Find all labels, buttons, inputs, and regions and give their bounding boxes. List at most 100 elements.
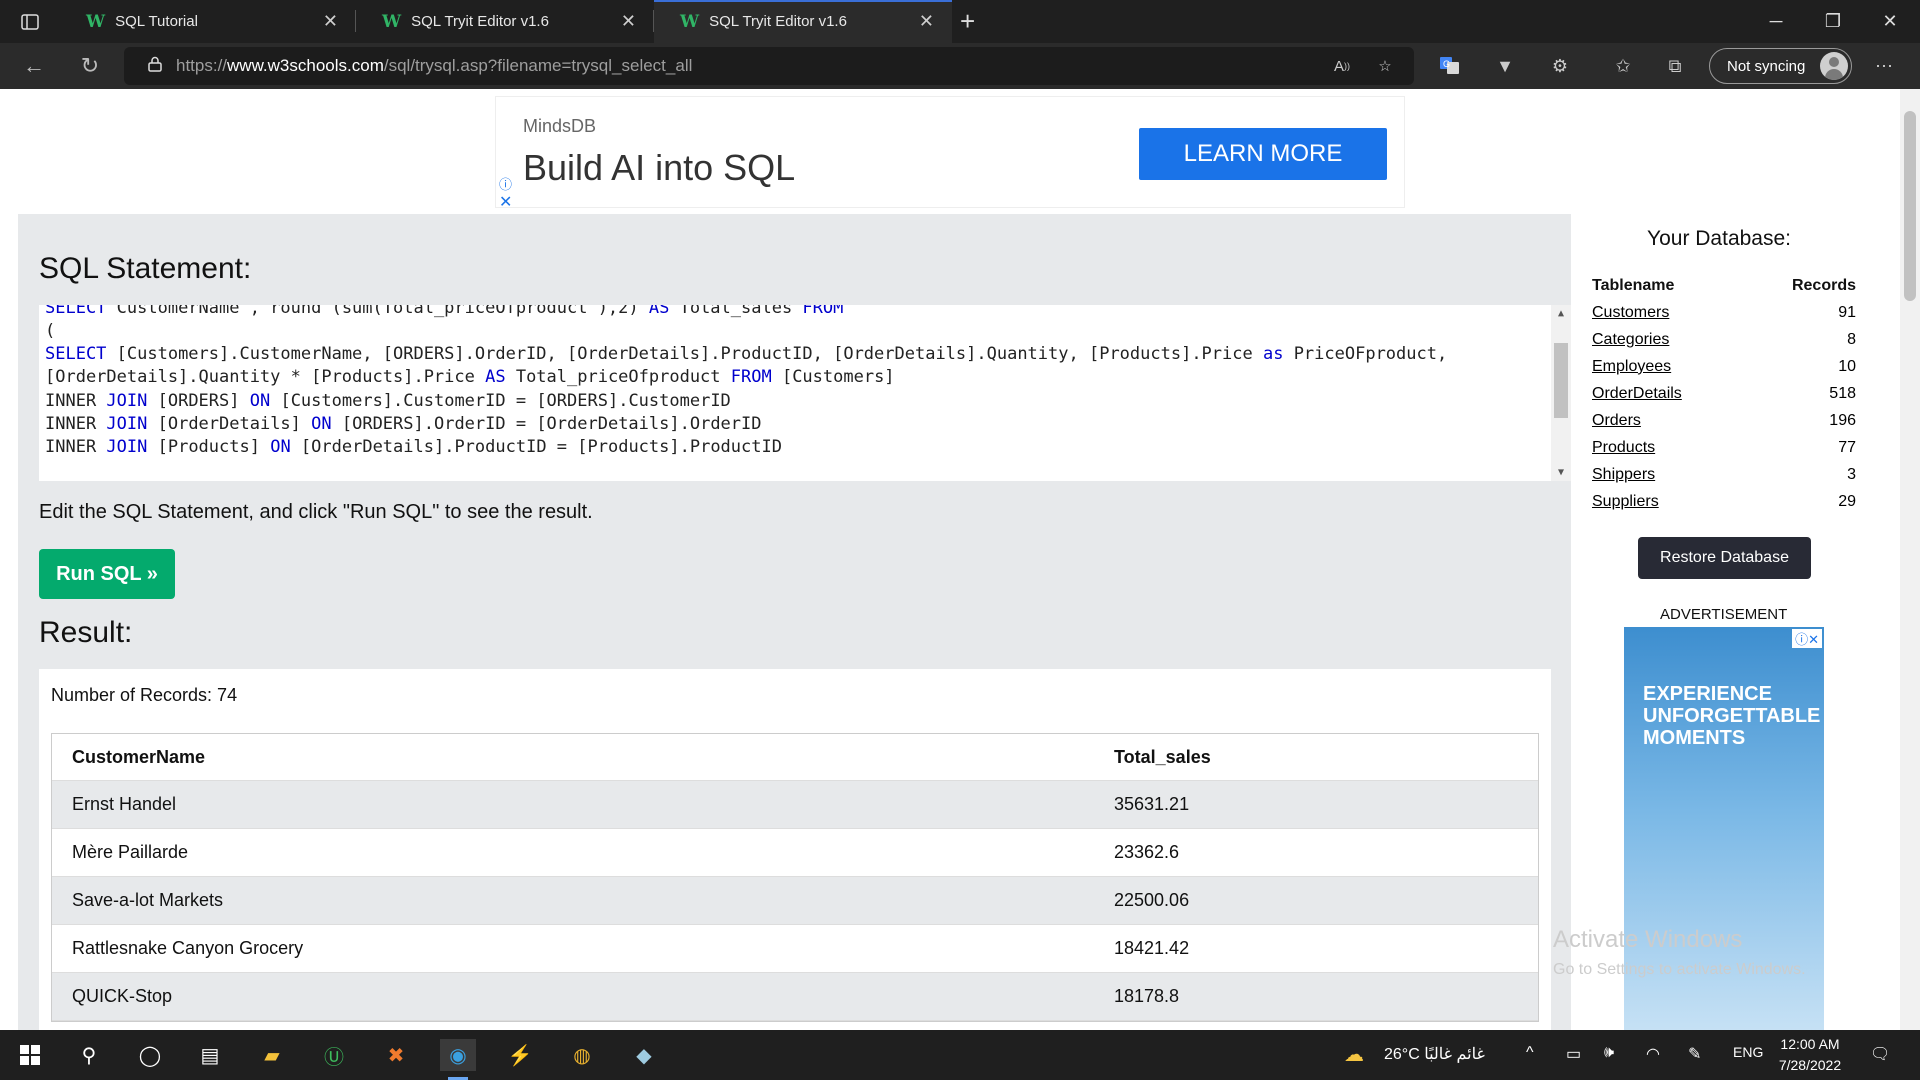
sql-keyword: JOIN [106, 437, 148, 457]
result-table: CustomerName Total_sales Ernst Handel 35… [51, 733, 1539, 1022]
table-link[interactable]: Categories [1592, 331, 1669, 349]
page-scrollbar[interactable] [1900, 89, 1920, 1030]
table-link[interactable]: Orders [1592, 412, 1641, 430]
ad-choices-icon[interactable]: ⓘ✕ [1792, 629, 1822, 648]
tab-title: SQL Tryit Editor v1.6 [709, 13, 847, 30]
edge-icon[interactable]: ◉ [440, 1039, 476, 1080]
sql-text: PriceOFproduct, [1283, 344, 1448, 364]
upwork-icon[interactable]: Ⓤ [316, 1039, 352, 1071]
table-link[interactable]: OrderDetails [1592, 385, 1682, 403]
volume-icon[interactable]: 🕪 [1604, 1044, 1614, 1062]
sql-editor[interactable]: SELECT CustomerName , round (sum(Total_p… [39, 305, 1571, 481]
vue-devtools-icon[interactable]: ▼ [1491, 53, 1519, 79]
url-text: https://www.w3schools.com/sql/trysql.asp… [176, 56, 693, 75]
close-icon[interactable]: ✕ [919, 11, 934, 32]
restore-database-button[interactable]: Restore Database [1638, 537, 1811, 579]
minimize-icon[interactable]: ─ [1748, 0, 1804, 43]
sql-keyword: SELECT [45, 344, 107, 364]
weather-text[interactable]: 26°C غائم غالبًا [1384, 1044, 1485, 1064]
show-hidden-icons-icon[interactable]: ^ [1526, 1044, 1534, 1062]
ad-close-icon[interactable]: ✕ [499, 192, 512, 212]
sql-text: [Customers].CustomerName, [ORDERS].Order… [106, 344, 1263, 364]
not-syncing-button[interactable]: Not syncing [1709, 48, 1852, 84]
page-scrollbar-thumb[interactable] [1904, 111, 1916, 301]
language-indicator[interactable]: ENG [1733, 1044, 1763, 1060]
ad-info-icon[interactable]: ⓘ [499, 174, 512, 193]
sql-keyword: SELECT [45, 305, 107, 318]
result-heading: Result: [39, 616, 133, 649]
task-view-icon[interactable]: ▤ [192, 1039, 228, 1071]
sql-text: [ORDERS] [147, 391, 250, 411]
instructions-text: Edit the SQL Statement, and click "Run S… [39, 501, 593, 523]
table-row: Save-a-lot Markets 22500.06 [52, 877, 1538, 925]
start-icon[interactable] [12, 1039, 48, 1071]
notifications-icon[interactable]: 🗨 [1870, 1044, 1890, 1064]
extensions-icon[interactable]: ⚙ [1546, 53, 1574, 79]
sql-keyword: ON [270, 437, 291, 457]
clock[interactable]: 12:00 AM 7/28/2022 [1770, 1034, 1850, 1076]
scroll-down-icon[interactable]: ▼ [1551, 467, 1571, 478]
scroll-up-icon[interactable]: ▲ [1551, 308, 1571, 319]
tab-tryit-editor[interactable]: W SQL Tryit Editor v1.6 ✕ [356, 0, 654, 43]
sql-keyword: ON [311, 414, 332, 434]
database-row-products: Products 77 [1592, 434, 1856, 461]
refresh-icon[interactable]: ↻ [74, 51, 106, 81]
table-link[interactable]: Employees [1592, 358, 1671, 376]
wifi-icon[interactable]: ◠ [1646, 1044, 1660, 1064]
battery-icon[interactable]: ▭ [1566, 1044, 1581, 1064]
collections-icon[interactable]: ⧉ [1661, 53, 1689, 79]
more-menu-icon[interactable]: ⋯ [1870, 53, 1898, 79]
code-line: ( [45, 321, 55, 341]
cortana-icon[interactable]: ◯ [132, 1039, 168, 1071]
customer-name-cell: Ernst Handel [72, 794, 177, 814]
read-aloud-icon[interactable]: A)) [1329, 55, 1355, 77]
new-tab-icon[interactable]: + [960, 6, 975, 37]
close-icon[interactable]: ✕ [323, 11, 338, 32]
ad-banner[interactable]: MindsDB Build AI into SQL LEARN MORE ⓘ ✕ [495, 96, 1405, 211]
profile-avatar [1820, 52, 1848, 80]
svg-text:G: G [1443, 59, 1450, 69]
total-sales-cell: 35631.21 [1114, 794, 1190, 814]
result-box: Number of Records: 74 CustomerName Total… [39, 669, 1551, 1030]
tab-sql-tutorial[interactable]: W SQL Tutorial ✕ [60, 0, 356, 43]
lightning-app-icon[interactable]: ⚡ [502, 1039, 538, 1071]
run-sql-button[interactable]: Run SQL » [39, 549, 175, 599]
learn-more-button[interactable]: LEARN MORE [1139, 128, 1387, 180]
editor-scrollbar[interactable]: ▲ ▼ [1551, 305, 1571, 481]
add-favorite-icon[interactable]: ☆ [1372, 55, 1398, 77]
weather-icon[interactable]: ☁ [1344, 1042, 1364, 1067]
table-link[interactable]: Products [1592, 439, 1655, 457]
tab-tryit-editor-active[interactable]: W SQL Tryit Editor v1.6 ✕ [654, 0, 952, 43]
clock-time: 12:00 AM [1780, 1036, 1840, 1052]
file-explorer-icon[interactable]: ▰ [254, 1039, 290, 1071]
address-bar[interactable]: https://www.w3schools.com/sql/trysql.asp… [124, 47, 1414, 85]
restore-window-icon[interactable]: ❐ [1805, 0, 1861, 43]
table-link[interactable]: Customers [1592, 304, 1669, 322]
table-link[interactable]: Suppliers [1592, 493, 1659, 511]
database-table-header: Tablename Records [1592, 272, 1856, 299]
record-count-cell: 196 [1829, 411, 1856, 429]
code-line: INNER JOIN [ORDERS] ON [Customers].Custo… [45, 391, 731, 411]
column-header: Total_sales [1114, 746, 1211, 767]
search-icon[interactable]: ⚲ [71, 1039, 107, 1071]
chrome-icon[interactable]: ◍ [564, 1039, 600, 1071]
table-row: Mère Paillarde 23362.6 [52, 829, 1538, 877]
record-count-cell: 77 [1838, 438, 1856, 456]
sql-statement-heading: SQL Statement: [39, 252, 252, 285]
xampp-icon[interactable]: ✖ [378, 1039, 414, 1071]
app-icon[interactable]: ◆ [626, 1039, 662, 1071]
pen-icon[interactable]: ✎ [1688, 1044, 1701, 1064]
tab-actions-icon[interactable] [14, 8, 46, 36]
tryit-panel: SQL Statement: SELECT CustomerName , rou… [18, 214, 1571, 1030]
scrollbar-thumb[interactable] [1554, 343, 1568, 418]
table-link[interactable]: Shippers [1592, 466, 1655, 484]
ad-brand: MindsDB [523, 116, 597, 136]
your-database-title: Your Database: [1647, 227, 1791, 250]
close-icon[interactable]: ✕ [621, 11, 636, 32]
close-window-icon[interactable]: ✕ [1862, 0, 1918, 43]
sql-text: [Customers] [771, 367, 895, 387]
translate-icon[interactable]: G [1436, 53, 1464, 79]
back-icon[interactable]: ← [18, 51, 50, 81]
favorites-icon[interactable]: ✩ [1609, 53, 1637, 79]
code-line: INNER JOIN [OrderDetails] ON [ORDERS].Or… [45, 414, 762, 434]
